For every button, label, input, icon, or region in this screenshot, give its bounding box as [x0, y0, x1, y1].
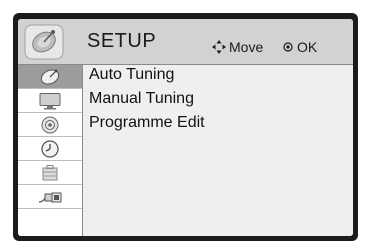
navigation-arrows-icon — [212, 40, 226, 54]
speaker-icon — [41, 116, 59, 133]
menu-item-manual-tuning[interactable]: Manual Tuning — [89, 90, 194, 108]
sidebar-item-audio[interactable] — [18, 113, 82, 137]
clock-icon — [41, 139, 59, 158]
menu-item-auto-tuning[interactable]: Auto Tuning — [89, 66, 174, 84]
menu-item-programme-edit[interactable]: Programme Edit — [89, 114, 205, 132]
setup-menu-window: SETUP Move OK Auto Tuning Manual Tuning … — [18, 19, 353, 236]
menu-header: SETUP Move OK — [18, 19, 353, 65]
move-hint-label: Move — [229, 39, 264, 55]
page-title: SETUP — [87, 30, 157, 52]
input-cable-icon — [38, 192, 62, 203]
sidebar-item-lock[interactable] — [18, 161, 82, 185]
satellite-dish-icon — [40, 68, 60, 85]
category-sidebar — [18, 65, 83, 236]
sidebar-item-input[interactable] — [18, 185, 82, 209]
ok-hint: OK — [283, 39, 317, 55]
sidebar-item-picture[interactable] — [18, 89, 82, 113]
move-hint: Move — [212, 39, 263, 55]
ok-hint-label: OK — [297, 39, 318, 55]
monitor-icon — [39, 92, 61, 109]
lock-icon — [42, 164, 58, 180]
satellite-dish-icon — [24, 24, 64, 60]
sidebar-item-time[interactable] — [18, 137, 82, 161]
ok-button-icon — [283, 42, 293, 52]
menu-content-panel: Auto Tuning Manual Tuning Programme Edit — [83, 65, 353, 236]
sidebar-item-setup[interactable] — [18, 65, 82, 89]
